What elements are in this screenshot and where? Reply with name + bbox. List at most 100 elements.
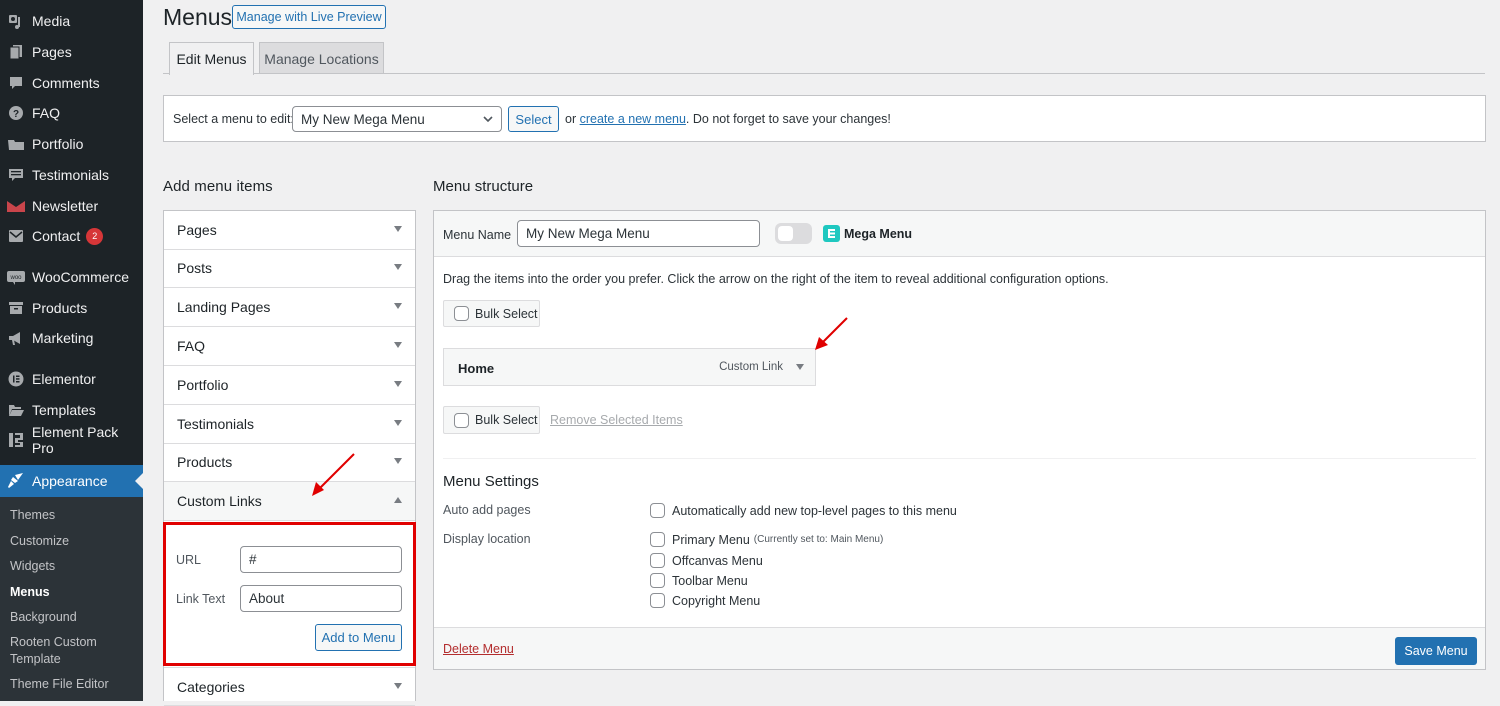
accordion-label: Custom Links (177, 493, 262, 509)
sidebar-item-templates[interactable]: Templates (0, 395, 143, 425)
submenu-item-widgets[interactable]: Widgets (10, 558, 55, 575)
location-label: Primary Menu (672, 533, 750, 547)
appearance-submenu: Themes Customize Widgets Menus Backgroun… (0, 497, 143, 701)
tab-manage-locations[interactable]: Manage Locations (259, 42, 384, 74)
auto-add-checkbox[interactable] (650, 503, 665, 518)
location-checkbox[interactable] (650, 553, 665, 568)
save-reminder-text: . Do not forget to save your changes! (686, 112, 891, 126)
bulk-select-label: Bulk Select (475, 307, 538, 321)
elementskit-icon (823, 225, 840, 242)
location-toolbar-menu[interactable]: Toolbar Menu (650, 573, 748, 588)
menu-item-title: Home (458, 361, 494, 376)
sidebar-item-appearance[interactable]: Appearance (0, 465, 143, 497)
auto-add-option-label: Automatically add new top-level pages to… (672, 504, 957, 518)
menu-select-dropdown[interactable]: My New Mega Menu (292, 106, 502, 132)
submenu-item-menus[interactable]: Menus (10, 584, 50, 601)
select-menu-button[interactable]: Select (508, 106, 559, 132)
location-offcanvas-menu[interactable]: Offcanvas Menu (650, 553, 763, 568)
menu-item-expand-icon[interactable] (796, 364, 804, 370)
sidebar-item-label: FAQ (32, 105, 60, 121)
sidebar-item-woocommerce[interactable]: woo WooCommerce (0, 262, 143, 292)
sidebar-item-comments[interactable]: Comments (0, 68, 143, 98)
location-checkbox[interactable] (650, 593, 665, 608)
manage-live-preview-button[interactable]: Manage with Live Preview (232, 5, 386, 29)
menu-footer: Delete Menu Save Menu (434, 627, 1485, 669)
bulk-select-checkbox[interactable] (454, 306, 469, 321)
sidebar-item-label: Products (32, 300, 87, 316)
sidebar-item-element-pack-pro[interactable]: Element Pack Pro (0, 425, 143, 455)
url-input[interactable]: # (240, 546, 402, 573)
location-primary-menu[interactable]: Primary Menu(Currently set to: Main Menu… (650, 532, 883, 547)
sidebar-item-faq[interactable]: ? FAQ (0, 98, 143, 128)
link-text-label: Link Text (176, 592, 225, 606)
bulk-select-bottom[interactable]: Bulk Select (443, 406, 540, 434)
accordion-faq[interactable]: FAQ (164, 327, 415, 366)
submenu-item-rooten-custom-template[interactable]: Rooten Custom Template (10, 634, 97, 668)
accordion-posts[interactable]: Posts (164, 249, 415, 288)
location-checkbox[interactable] (650, 532, 665, 547)
accordion-landing-pages[interactable]: Landing Pages (164, 288, 415, 327)
sidebar-item-label: Testimonials (32, 167, 109, 183)
envelope-icon (7, 227, 25, 245)
accordion-pages[interactable]: Pages (164, 211, 415, 250)
sidebar-item-elementor[interactable]: Elementor (0, 364, 143, 394)
sidebar-item-label: WooCommerce (32, 269, 129, 285)
sidebar-item-marketing[interactable]: Marketing (0, 323, 143, 353)
submenu-item-customize[interactable]: Customize (10, 533, 69, 550)
menu-select-value: My New Mega Menu (301, 112, 425, 127)
accordion-categories[interactable]: Categories (164, 667, 415, 706)
chevron-down-icon (483, 116, 493, 123)
element-pack-icon (7, 431, 25, 449)
pages-icon (7, 43, 25, 61)
menu-name-input[interactable]: My New Mega Menu (517, 220, 760, 247)
menu-item-home[interactable]: Home Custom Link (443, 348, 816, 386)
delete-menu-link[interactable]: Delete Menu (443, 642, 514, 656)
sidebar-item-testimonials[interactable]: Testimonials (0, 160, 143, 190)
tab-edit-menus[interactable]: Edit Menus (169, 42, 254, 75)
sidebar-item-label: Element Pack Pro (32, 424, 143, 456)
remove-selected-items-link[interactable]: Remove Selected Items (550, 413, 683, 427)
location-checkbox[interactable] (650, 573, 665, 588)
location-copyright-menu[interactable]: Copyright Menu (650, 593, 760, 608)
testimonial-icon (7, 166, 25, 184)
bulk-select-label: Bulk Select (475, 413, 538, 427)
sidebar-item-label: Newsletter (32, 198, 98, 214)
caret-down-icon (394, 264, 402, 270)
accordion-products[interactable]: Products (164, 443, 415, 482)
caret-down-icon (394, 683, 402, 689)
sidebar-item-portfolio[interactable]: Portfolio (0, 129, 143, 159)
accordion-portfolio[interactable]: Portfolio (164, 366, 415, 405)
accordion-testimonials[interactable]: Testimonials (164, 405, 415, 444)
sidebar-item-media[interactable]: Media (0, 6, 143, 36)
mega-menu-label: Mega Menu (844, 227, 912, 241)
sidebar-item-pages[interactable]: Pages (0, 37, 143, 67)
save-menu-button[interactable]: Save Menu (1395, 637, 1477, 665)
sidebar-item-label: Appearance (32, 473, 108, 489)
sidebar-item-contact[interactable]: Contact 2 (0, 221, 143, 251)
notification-badge: 2 (86, 228, 103, 245)
auto-add-option[interactable]: Automatically add new top-level pages to… (650, 503, 957, 518)
sidebar-item-products[interactable]: Products (0, 293, 143, 323)
add-to-menu-button[interactable]: Add to Menu (315, 624, 402, 651)
create-new-menu-link[interactable]: create a new menu (580, 112, 686, 126)
url-label: URL (176, 553, 201, 567)
settings-divider (443, 458, 1476, 459)
caret-down-icon (394, 342, 402, 348)
submenu-item-themes[interactable]: Themes (10, 507, 55, 524)
link-text-input[interactable]: About (240, 585, 402, 612)
mega-menu-toggle[interactable] (775, 223, 812, 244)
caret-down-icon (394, 226, 402, 232)
bulk-select-checkbox[interactable] (454, 413, 469, 428)
accordion-custom-links[interactable]: Custom Links (164, 482, 415, 521)
menu-settings-heading: Menu Settings (443, 473, 539, 490)
tab-divider (163, 73, 1485, 74)
submenu-item-theme-file-editor[interactable]: Theme File Editor (10, 676, 109, 693)
sidebar-item-newsletter[interactable]: Newsletter (0, 191, 143, 221)
submenu-item-background[interactable]: Background (10, 609, 77, 626)
display-location-label: Display location (443, 532, 531, 546)
caret-down-icon (394, 303, 402, 309)
bulk-select-top[interactable]: Bulk Select (443, 300, 540, 327)
drag-instructions: Drag the items into the order you prefer… (443, 272, 1109, 286)
caret-down-icon (394, 381, 402, 387)
active-tab-mask (170, 72, 253, 75)
